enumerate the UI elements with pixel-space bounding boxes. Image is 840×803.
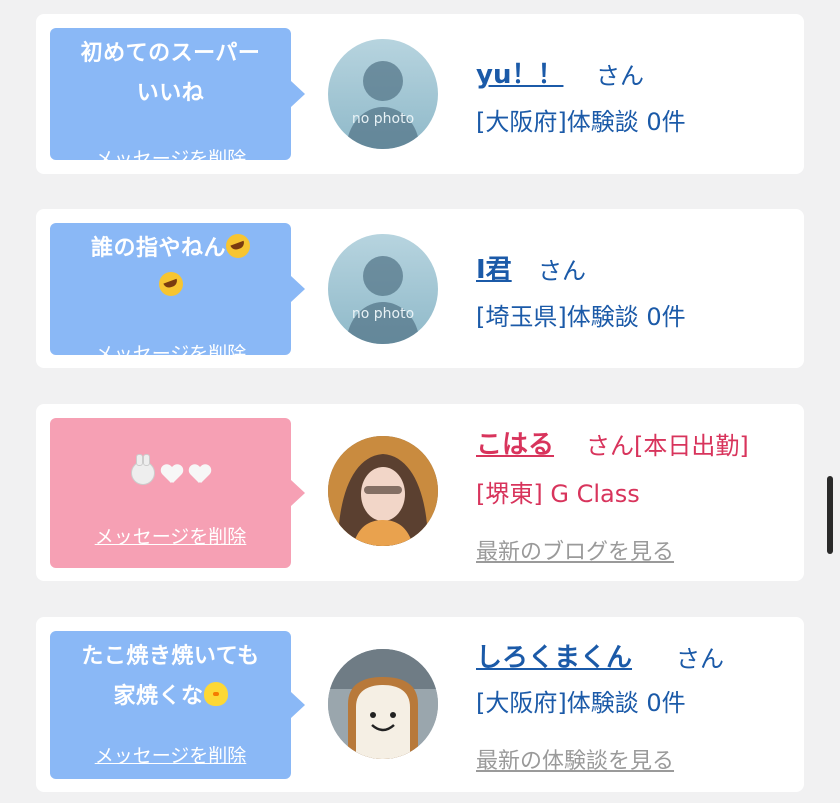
message-text-line [50,267,291,307]
rofl-emoji-icon [158,272,183,296]
user-name-link[interactable]: I君 [476,249,512,286]
person-silhouette-icon [346,256,420,344]
message-card: 誰の指やねん メッセージを削除 no photo I君 さん [埼玉県]体験談 … [36,209,804,368]
user-info: [大阪府]体験談 0件 [476,108,686,136]
message-bubble: たこ焼き焼いても 家焼くな メッセージを削除 [50,631,305,779]
message-bubble: 初めてのスーパー いいね メッセージを削除 [50,28,305,170]
user-name-link[interactable]: yu！！ [476,54,563,91]
latest-review-link[interactable]: 最新の体験談を見る [476,743,674,775]
message-card: 初めてのスーパー いいね メッセージを削除 no photo yu！！ さん [… [36,14,804,174]
avatar-photo[interactable] [328,436,438,546]
delete-message-link[interactable]: メッセージを削除 [50,741,291,768]
latest-blog-link[interactable]: 最新のブログを見る [476,534,674,566]
message-card: メッセージを削除 こはる さん[本日出勤] [堺東] G Class 最新のブロ… [36,404,804,581]
message-bubble: 誰の指やねん メッセージを削除 [50,223,305,365]
message-text-line: いいね [136,81,205,106]
delete-message-link[interactable]: メッセージを削除 [50,339,291,366]
person-silhouette-icon [346,61,420,149]
chick-emoji-icon [203,682,228,706]
no-photo-label: no photo [351,306,415,322]
scrollbar-thumb[interactable] [827,476,833,554]
white-heart-emoji-icon [161,463,183,485]
message-emoji-line [50,454,291,496]
delete-message-link[interactable]: メッセージを削除 [50,144,291,171]
message-card: たこ焼き焼いても 家焼くな メッセージを削除 しろくまくん さん [大阪府]体験… [36,617,804,792]
no-photo-label: no photo [351,111,415,127]
user-info: [埼玉県]体験談 0件 [476,303,686,331]
delete-message-link[interactable]: メッセージを削除 [50,522,291,549]
message-text-line: 誰の指やねん [50,229,291,269]
honorific: さん [596,62,644,90]
message-text-line: 初めてのスーパー [80,41,261,66]
user-info: [堺東] G Class [476,480,640,508]
rabbit-emoji-icon [130,454,155,485]
message-text-line: 家焼くな [50,677,291,717]
avatar-no-photo[interactable]: no photo [328,234,438,344]
profile-photo-image [328,436,438,546]
message-text: 誰の指やねん [90,236,226,261]
message-bubble: メッセージを削除 [50,418,305,568]
honorific: さん [676,645,724,673]
user-name-link[interactable]: こはる [476,424,554,461]
user-name-link[interactable]: しろくまくん [476,637,632,674]
honorific: さん[本日出勤] [586,432,749,460]
honorific: さん [538,257,586,285]
message-text-line: たこ焼き焼いても [81,644,260,669]
avatar-no-photo[interactable]: no photo [328,39,438,149]
message-text: 家焼くな [113,684,204,709]
white-heart-emoji-icon [189,463,211,485]
rofl-emoji-icon [226,234,250,258]
profile-photo-image [328,649,438,759]
user-info: [大阪府]体験談 0件 [476,689,686,717]
avatar-photo[interactable] [328,649,438,759]
